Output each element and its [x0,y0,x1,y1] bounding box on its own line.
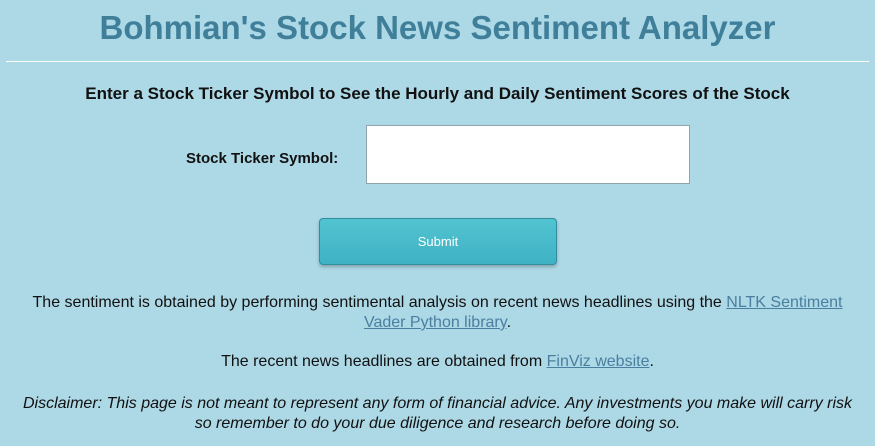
sentiment-info-suffix: . [506,314,512,331]
ticker-label: Stock Ticker Symbol: [186,150,339,167]
disclaimer: Disclaimer: This page is not meant to re… [22,395,853,432]
ticker-input[interactable] [366,125,690,184]
header-divider [6,61,869,62]
sentiment-info: The sentiment is obtained by performing … [0,293,875,333]
headlines-info-text: The recent news headlines are obtained f… [221,353,547,370]
page-title: Bohmian's Stock News Sentiment Analyzer [99,9,776,46]
submit-button[interactable]: Submit [319,218,557,265]
sentiment-info-text: The sentiment is obtained by performing … [32,294,727,311]
finviz-link[interactable]: FinViz website [547,353,650,370]
headlines-info-suffix: . [649,353,654,370]
form-subtitle: Enter a Stock Ticker Symbol to See the H… [85,84,790,103]
headlines-info: The recent news headlines are obtained f… [0,352,875,372]
